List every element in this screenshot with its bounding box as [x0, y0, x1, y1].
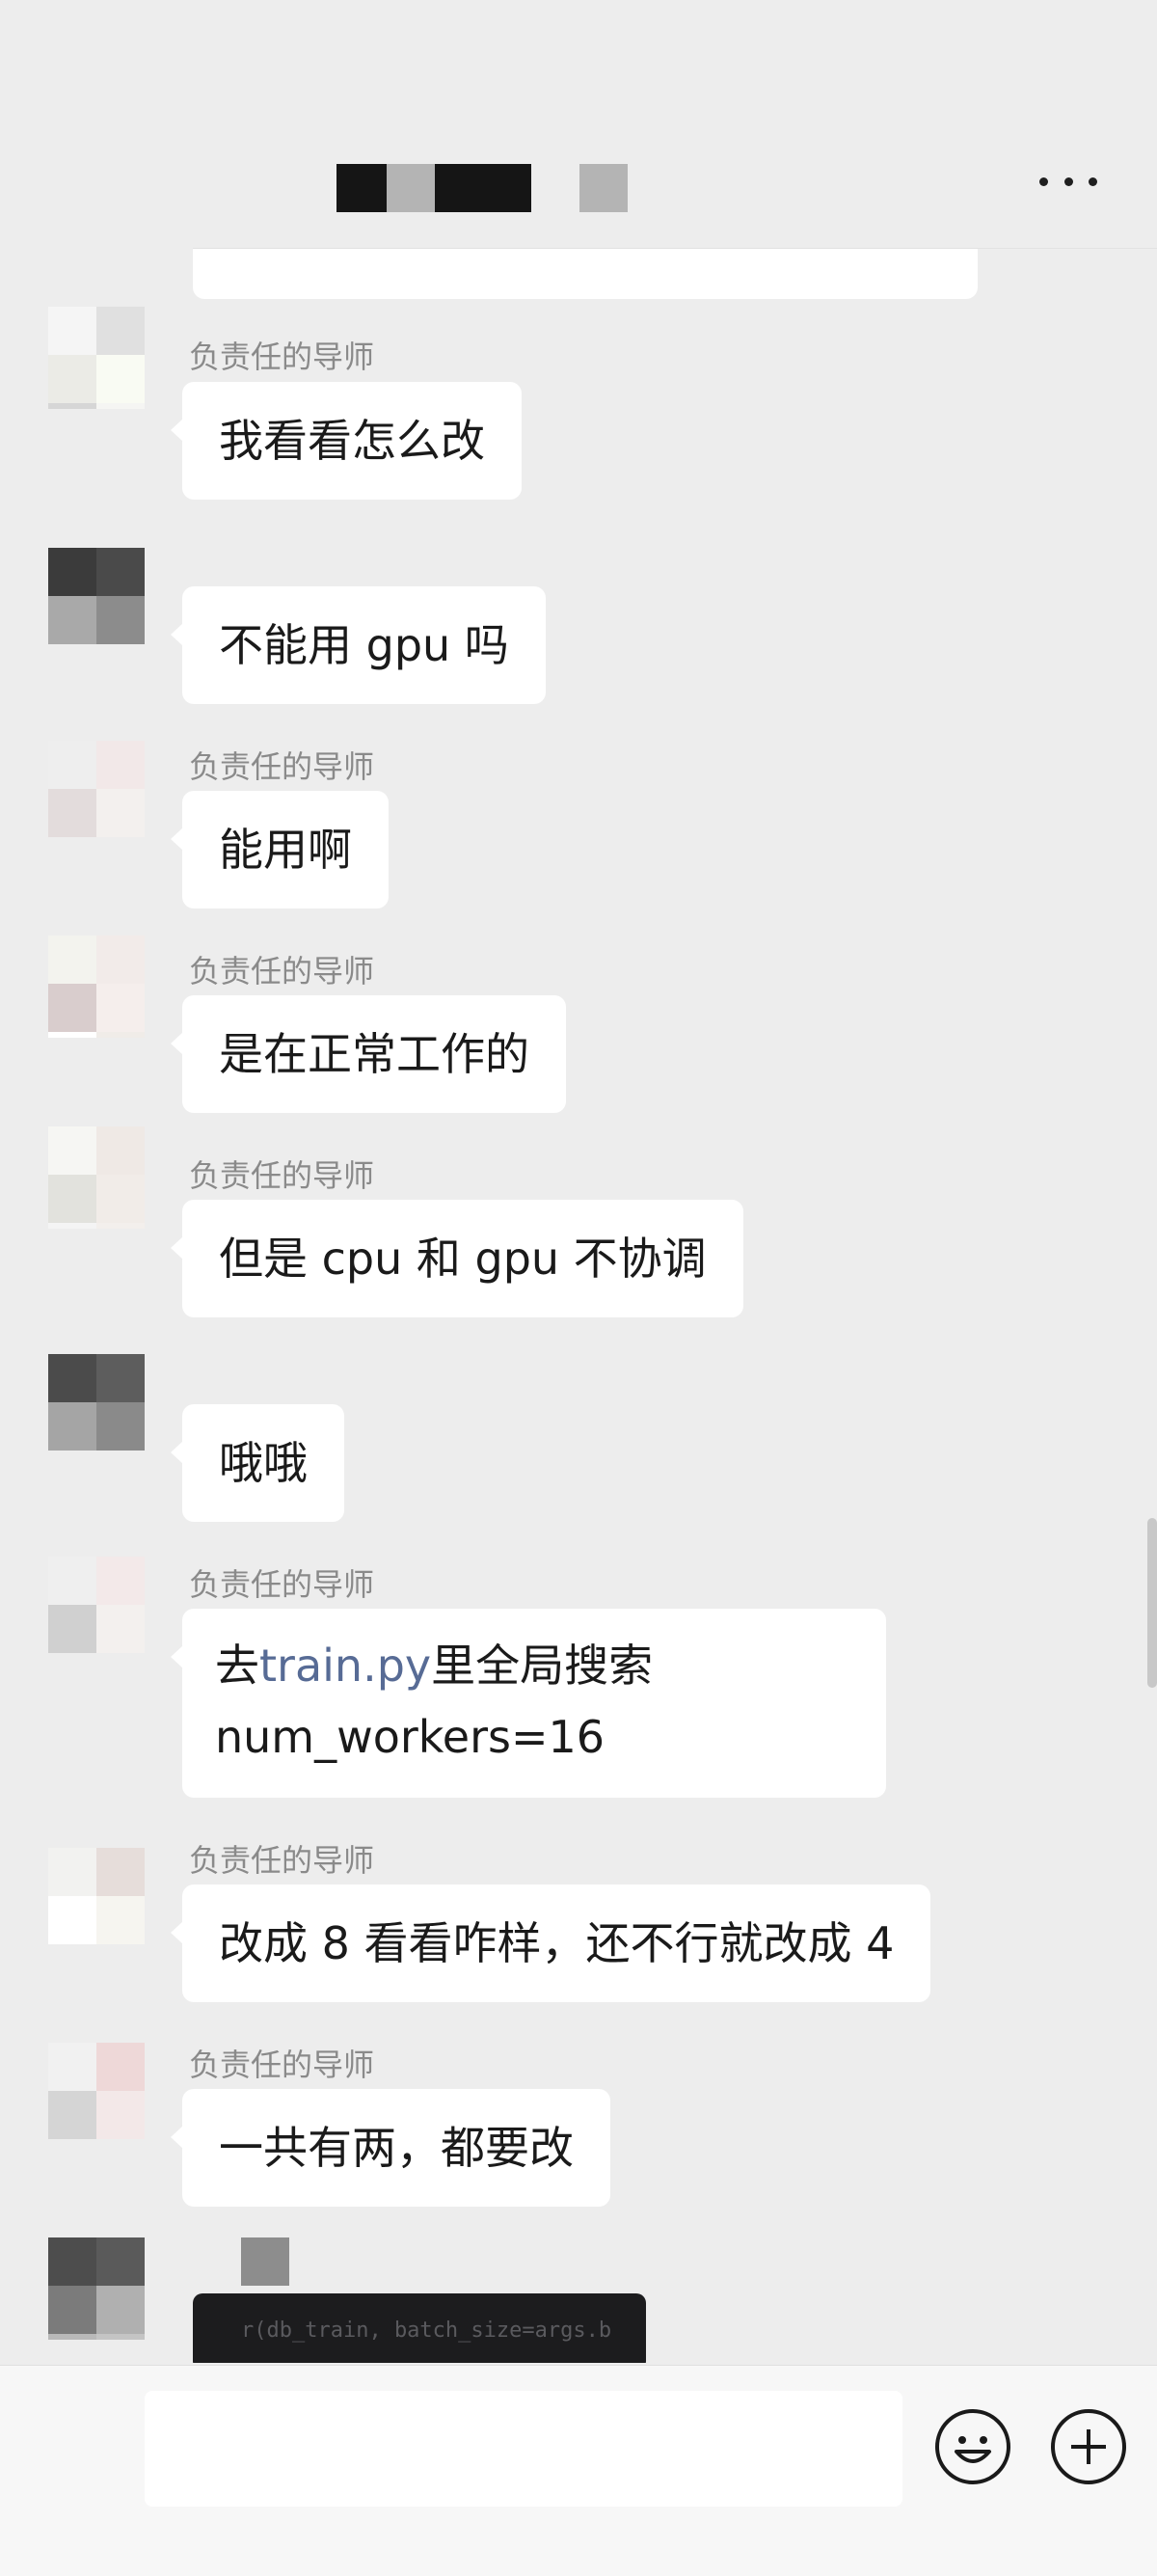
message-bubble[interactable]: 我看看怎么改 — [171, 382, 522, 500]
input-bar — [0, 2365, 1157, 2576]
message-bubble[interactable]: 去train.py里全局搜索 num_workers=16 — [171, 1609, 886, 1798]
avatar[interactable] — [48, 1354, 150, 1456]
message-input[interactable] — [145, 2391, 902, 2507]
dot — [1089, 176, 1097, 186]
avatar[interactable] — [48, 935, 150, 1038]
chat-header — [0, 0, 1157, 249]
code-screenshot-text: r(db_train, batch_size=args.b — [241, 2318, 612, 2343]
header-divider — [193, 248, 1157, 249]
redaction-block — [435, 164, 531, 212]
message-bubble[interactable]: 改成 8 看看咋样，还不行就改成 4 — [170, 1885, 931, 2002]
dot — [1039, 176, 1048, 186]
sender-name: 负责任的导师 — [189, 748, 375, 785]
message-text: 去 — [215, 1640, 259, 1692]
message-bubble[interactable]: 一共有两，都要改 — [171, 2089, 610, 2207]
scrollbar[interactable] — [1147, 1518, 1157, 1688]
sender-name: 负责任的导师 — [189, 2047, 375, 2083]
message-bubble[interactable]: 但是 cpu 和 gpu 不协调 — [171, 1200, 743, 1317]
message-bubble[interactable]: 哦哦 — [171, 1404, 344, 1522]
message-bubble[interactable]: 不能用 gpu 吗 — [171, 586, 546, 704]
emoji-smile-icon[interactable] — [935, 2409, 1010, 2484]
plus-circle-icon[interactable] — [1051, 2409, 1126, 2484]
sender-name: 负责任的导师 — [189, 953, 375, 990]
emoji-smile-glyph — [955, 2436, 991, 2463]
avatar[interactable] — [48, 1126, 150, 1229]
avatar[interactable] — [48, 1848, 150, 1950]
message-bubble[interactable]: 能用啊 — [171, 791, 389, 908]
sender-name-redacted — [241, 2237, 289, 2286]
more-dots-icon[interactable] — [1039, 162, 1097, 201]
dot — [1063, 176, 1073, 186]
avatar[interactable] — [48, 741, 150, 843]
avatar[interactable] — [48, 548, 150, 650]
redaction-block — [336, 164, 387, 212]
message-list[interactable]: 负责任的导师 我看看怎么改 不能用 gpu 吗 负责任的导师 能用啊 负责任的导… — [0, 0, 1157, 2363]
avatar[interactable] — [48, 2237, 150, 2340]
file-link[interactable]: train.py — [259, 1640, 431, 1692]
sender-name: 负责任的导师 — [189, 1157, 375, 1194]
avatar[interactable] — [48, 307, 150, 409]
sender-name: 负责任的导师 — [189, 339, 375, 375]
plus-glyph — [1071, 2429, 1106, 2464]
image-message[interactable]: r(db_train, batch_size=args.b — [193, 2293, 646, 2363]
sender-name: 负责任的导师 — [189, 1566, 375, 1603]
sender-name: 负责任的导师 — [189, 1842, 375, 1879]
avatar[interactable] — [48, 2043, 150, 2145]
message-bubble[interactable]: 是在正常工作的 — [171, 995, 566, 1113]
redaction-block — [579, 164, 628, 212]
redaction-block — [387, 164, 435, 212]
avatar[interactable] — [48, 1557, 150, 1659]
